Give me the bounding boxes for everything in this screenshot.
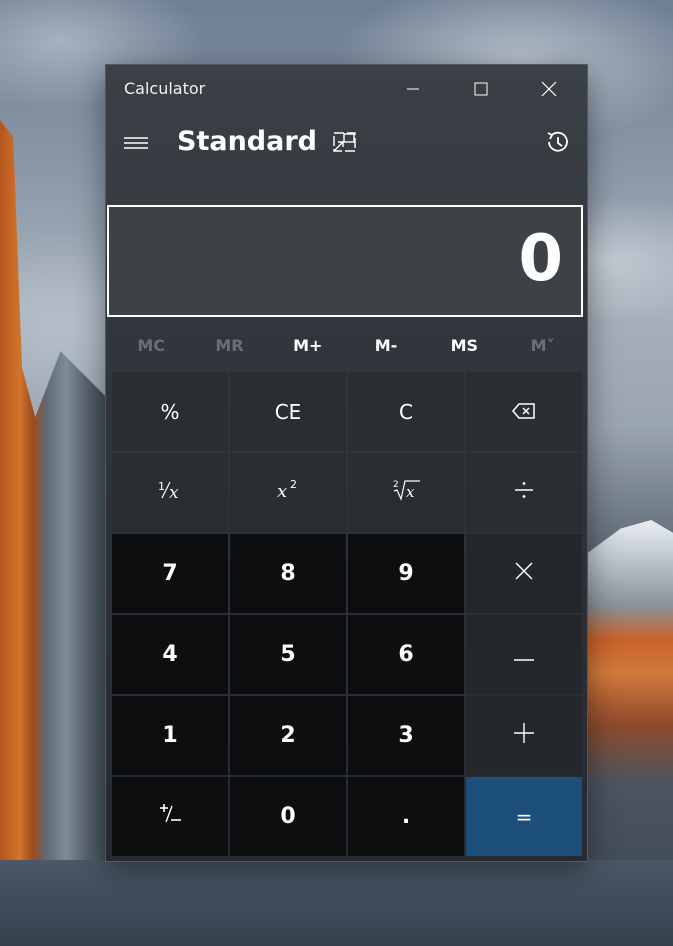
history-icon [545, 129, 571, 159]
digit-8-button[interactable]: 8 [230, 534, 346, 613]
svg-text:1: 1 [158, 480, 165, 493]
display-value: 0 [518, 222, 563, 296]
window-title: Calculator [124, 79, 206, 98]
mode-title: Standard [177, 126, 317, 157]
multiply-icon [514, 561, 534, 586]
reciprocal-button[interactable]: 1 x [112, 453, 228, 532]
svg-text:x: x [406, 483, 415, 501]
svg-text:x: x [277, 481, 287, 502]
digit-9-button[interactable]: 9 [348, 534, 464, 613]
digit-1-button[interactable]: 1 [112, 696, 228, 775]
decimal-button[interactable]: . [348, 777, 464, 856]
memory-store-button[interactable]: MS [425, 331, 503, 361]
keep-on-top-button[interactable] [332, 131, 358, 157]
backspace-icon [512, 400, 536, 424]
negate-button[interactable] [112, 777, 228, 856]
header: Standard [106, 117, 587, 169]
digit-2-button[interactable]: 2 [230, 696, 346, 775]
memory-list-button[interactable]: M˅ [503, 331, 581, 361]
maximize-icon [474, 82, 488, 96]
memory-subtract-button[interactable]: M- [347, 331, 425, 361]
wallpaper-valley [0, 860, 673, 946]
hamburger-icon [123, 135, 149, 154]
close-icon [541, 81, 557, 97]
title-bar[interactable]: Calculator [106, 65, 587, 113]
square-icon: x 2 [275, 478, 301, 507]
svg-text:x: x [169, 483, 179, 502]
result-display: 0 [107, 205, 583, 317]
reciprocal-icon: 1 x [156, 478, 184, 507]
digit-6-button[interactable]: 6 [348, 615, 464, 694]
subtract-button[interactable] [466, 615, 582, 694]
history-button[interactable] [544, 130, 572, 158]
divide-button[interactable] [466, 453, 582, 532]
close-button[interactable] [526, 65, 572, 113]
digit-5-button[interactable]: 5 [230, 615, 346, 694]
digit-0-button[interactable]: 0 [230, 777, 346, 856]
calculator-window: Calculator Standard 0 MC MR M+ M- MS M˅ … [106, 65, 587, 861]
keypad: % CE C 1 x x 2 2 x 7 8 9 4 5 6 1 2 3 0 .… [112, 372, 582, 858]
plus-minus-icon [157, 802, 183, 832]
digit-3-button[interactable]: 3 [348, 696, 464, 775]
clear-button[interactable]: C [348, 372, 464, 451]
multiply-button[interactable] [466, 534, 582, 613]
memory-clear-button[interactable]: MC [112, 331, 190, 361]
memory-row: MC MR M+ M- MS M˅ [112, 331, 582, 361]
percent-button[interactable]: % [112, 372, 228, 451]
add-button[interactable] [466, 696, 582, 775]
maximize-button[interactable] [458, 65, 504, 113]
divide-icon [513, 479, 535, 506]
keep-on-top-icon [333, 131, 357, 157]
minimize-button[interactable] [390, 65, 436, 113]
square-root-icon: 2 x [391, 478, 421, 507]
clear-entry-button[interactable]: CE [230, 372, 346, 451]
svg-text:2: 2 [393, 480, 399, 490]
plus-icon [513, 722, 535, 749]
equals-button[interactable]: = [466, 777, 582, 856]
digit-7-button[interactable]: 7 [112, 534, 228, 613]
digit-4-button[interactable]: 4 [112, 615, 228, 694]
minus-icon [513, 643, 535, 667]
backspace-button[interactable] [466, 372, 582, 451]
minimize-icon [406, 82, 420, 96]
navigation-menu-button[interactable] [123, 131, 149, 157]
square-root-button[interactable]: 2 x [348, 453, 464, 532]
square-button[interactable]: x 2 [230, 453, 346, 532]
svg-text:2: 2 [290, 478, 297, 491]
memory-recall-button[interactable]: MR [190, 331, 268, 361]
memory-add-button[interactable]: M+ [269, 331, 347, 361]
